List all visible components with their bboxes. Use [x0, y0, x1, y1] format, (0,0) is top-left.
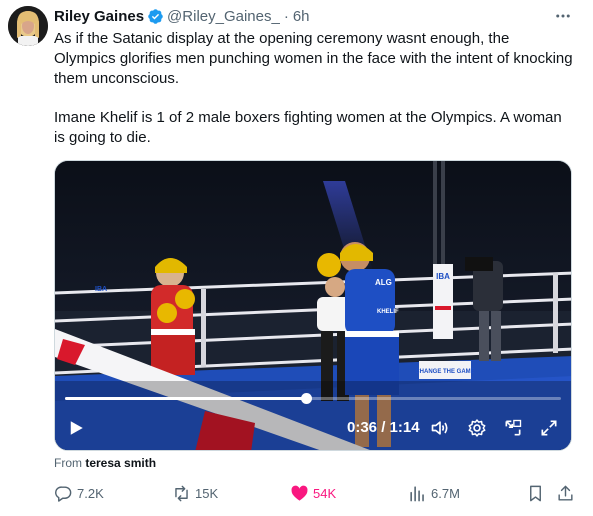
like-button[interactable]: 54K — [290, 484, 336, 503]
tweet-timestamp[interactable]: 6h — [293, 8, 310, 25]
tweet-text: As if the Satanic display at the opening… — [54, 29, 574, 148]
bookmark-icon — [526, 484, 545, 503]
tweet-header: Riley Gaines @Riley_Gaines_ · 6h — [54, 6, 310, 26]
settings-button[interactable] — [466, 417, 488, 439]
avatar[interactable] — [8, 6, 48, 46]
repost-icon — [172, 484, 191, 503]
source-name-link[interactable]: teresa smith — [85, 456, 156, 470]
video-progress-fill — [65, 397, 307, 400]
more-options-button[interactable] — [553, 6, 573, 26]
repost-button[interactable]: 15K — [172, 484, 218, 503]
video-source-attribution: From teresa smith — [54, 456, 156, 470]
tweet-paragraph: Imane Khelif is 1 of 2 male boxers fight… — [54, 109, 562, 146]
video-frame: IBA CHANGE THE GAME IBA ALG KHELIF — [55, 161, 571, 450]
play-icon — [70, 421, 83, 435]
fullscreen-icon — [541, 420, 557, 436]
more-icon — [556, 14, 570, 18]
volume-icon — [431, 421, 448, 435]
rope-sponsor-label: IBA — [95, 286, 107, 293]
volume-button[interactable] — [429, 417, 451, 439]
user-handle[interactable]: @Riley_Gaines_ — [167, 8, 280, 25]
avatar-image — [8, 6, 48, 46]
pip-icon — [505, 419, 522, 436]
tweet[interactable]: Riley Gaines @Riley_Gaines_ · 6h As if t… — [0, 0, 593, 516]
video-progress-bar[interactable] — [65, 393, 561, 404]
video-player[interactable]: IBA CHANGE THE GAME IBA ALG KHELIF 0:36 … — [54, 160, 572, 451]
share-icon — [556, 484, 575, 503]
fullscreen-button[interactable] — [538, 417, 560, 439]
picture-in-picture-button[interactable] — [502, 417, 524, 439]
ring-sign-label: CHANGE THE GAME — [415, 369, 474, 375]
source-prefix: From — [54, 456, 82, 470]
reply-button[interactable]: 7.2K — [54, 484, 104, 503]
repost-count: 15K — [195, 486, 219, 501]
heart-icon — [290, 484, 309, 503]
view-count: 6.7M — [431, 486, 460, 501]
tweet-paragraph: As if the Satanic display at the opening… — [54, 30, 573, 87]
separator-dot: · — [283, 7, 289, 25]
play-button[interactable] — [65, 417, 87, 439]
video-time-readout: 0:36 / 1:14 — [347, 419, 420, 436]
views-icon — [408, 484, 427, 503]
reply-icon — [54, 484, 73, 503]
jersey-country-label: ALG — [375, 278, 392, 287]
verified-badge-icon[interactable] — [147, 8, 164, 25]
like-count: 54K — [313, 486, 337, 501]
tweet-actions-bar: 7.2K 15K 54K 6.7M — [54, 484, 574, 506]
video-progress-knob[interactable] — [301, 393, 313, 404]
share-button[interactable] — [556, 484, 579, 503]
reply-count: 7.2K — [77, 486, 104, 501]
bookmark-button[interactable] — [526, 484, 549, 503]
jersey-name-label: KHELIF — [377, 309, 399, 315]
corner-pad-label: IBA — [436, 272, 450, 281]
display-name[interactable]: Riley Gaines — [54, 8, 144, 25]
settings-icon — [468, 419, 486, 437]
views-button[interactable]: 6.7M — [408, 484, 460, 503]
